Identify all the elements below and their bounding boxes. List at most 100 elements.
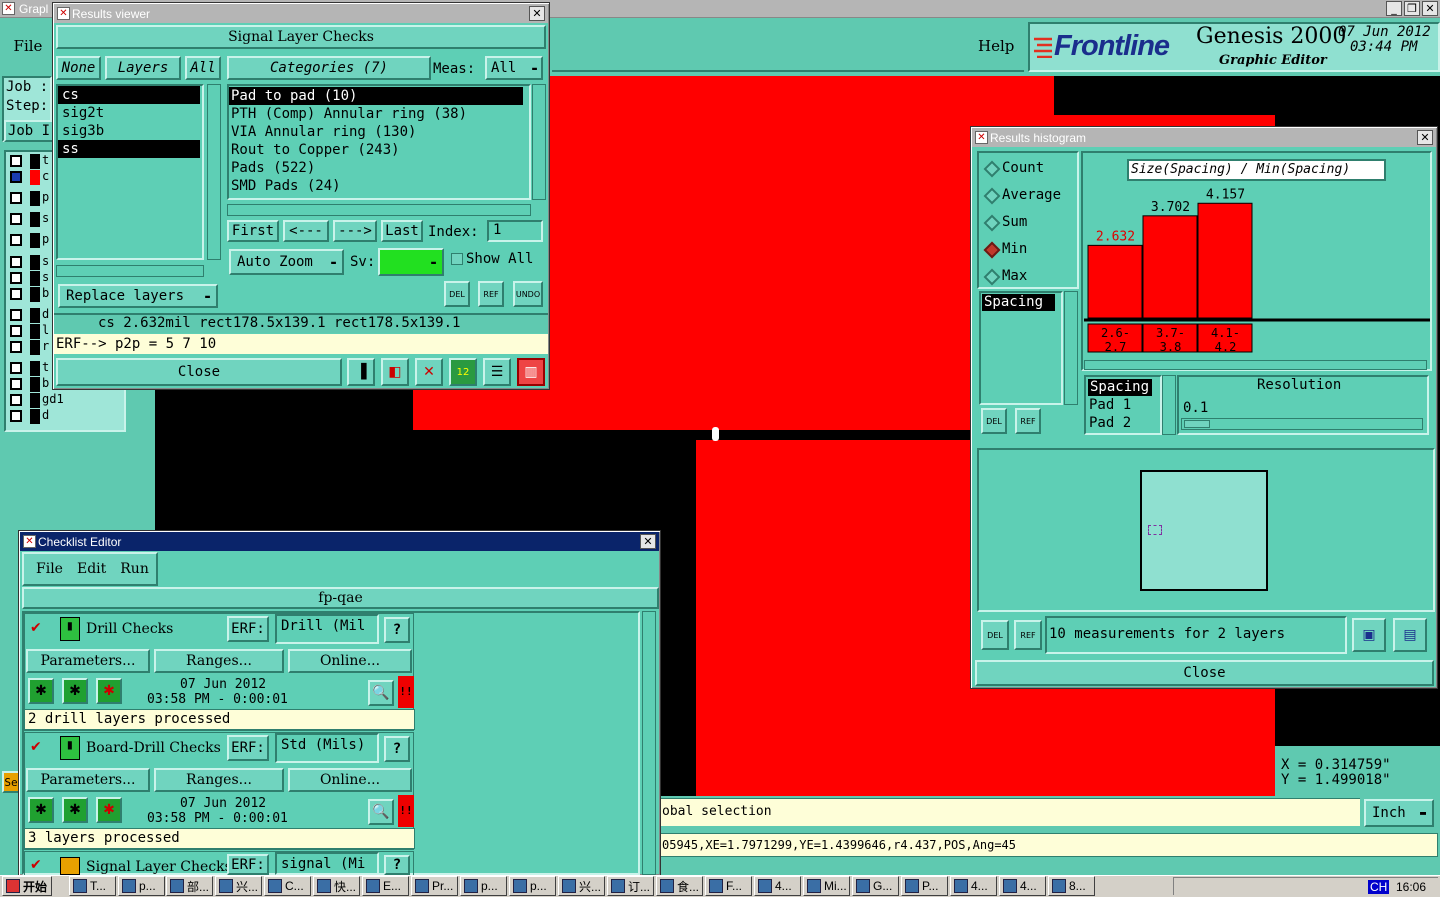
none-button[interactable]: None: [56, 56, 101, 80]
taskbar-item[interactable]: Mi...: [803, 876, 850, 896]
numbers-icon[interactable]: 12: [449, 358, 477, 386]
layer-checkbox[interactable]: [10, 171, 22, 183]
all-button[interactable]: All: [185, 56, 221, 80]
maximize-icon[interactable]: ❐: [1404, 1, 1420, 16]
check-drill-ranges-button[interactable]: Ranges...: [154, 649, 284, 673]
undo-icon[interactable]: UNDO: [513, 281, 543, 307]
categories-button[interactable]: Categories (7): [227, 56, 431, 80]
tray-ime[interactable]: CH: [1368, 880, 1390, 894]
layer-checkbox[interactable]: [10, 410, 22, 422]
taskbar-item[interactable]: 兴...: [215, 876, 262, 896]
hist-import-icon[interactable]: ▤: [1393, 618, 1427, 652]
layer-row[interactable]: d: [8, 408, 122, 424]
del-icon[interactable]: DEL: [444, 281, 470, 307]
layer-list-item[interactable]: sig2t: [58, 104, 200, 122]
results-close-button[interactable]: Close: [56, 358, 342, 386]
job-button[interactable]: Job I: [4, 120, 54, 142]
layer-checkbox[interactable]: [10, 394, 22, 406]
record-icon[interactable]: ◧: [381, 358, 409, 386]
index-input[interactable]: 1: [487, 220, 543, 242]
layer-checkbox[interactable]: [10, 234, 22, 246]
layers-button[interactable]: Layers: [105, 56, 181, 80]
layer-checkbox[interactable]: [10, 192, 22, 204]
taskbar-item[interactable]: 兴...: [558, 876, 605, 896]
category-list-item[interactable]: PTH (Comp) Annular ring (38): [229, 105, 523, 123]
category-list-item[interactable]: Pads (522): [229, 159, 523, 177]
layers-vscroll[interactable]: [207, 84, 221, 260]
first-button[interactable]: First: [227, 220, 279, 242]
check-board-drill-params-button[interactable]: Parameters...: [26, 768, 150, 792]
category-list-item[interactable]: Pad to pad (10): [229, 87, 523, 105]
file-menu[interactable]: File: [6, 26, 50, 66]
histogram-bar[interactable]: [1087, 244, 1143, 319]
layer-checkbox[interactable]: [10, 213, 22, 225]
layer-checkbox[interactable]: [10, 272, 22, 284]
layer-list-item[interactable]: ss: [58, 140, 200, 158]
layer-list-item[interactable]: sig3b: [58, 122, 200, 140]
taskbar-item[interactable]: T...: [69, 876, 116, 896]
check-drill-help-icon[interactable]: ?: [384, 617, 410, 643]
taskbar-item[interactable]: 部...: [166, 876, 213, 896]
layer-checkbox[interactable]: [10, 309, 22, 321]
taskbar-item[interactable]: 4...: [999, 876, 1046, 896]
check-board-drill-checkbox[interactable]: ✔: [30, 739, 42, 755]
close-icon[interactable]: ✕: [640, 534, 656, 549]
category-list-item[interactable]: SMD Pads (24): [229, 177, 523, 195]
histogram-close-button[interactable]: Close: [975, 660, 1434, 686]
run-all-icon[interactable]: ✱: [62, 678, 88, 704]
layer-checkbox[interactable]: [10, 155, 22, 167]
run-stop-icon[interactable]: ✱: [96, 678, 122, 704]
layer-checkbox[interactable]: [10, 325, 22, 337]
category-list-item[interactable]: VIA Annular ring (130): [229, 123, 523, 141]
taskbar-item[interactable]: F...: [705, 876, 752, 896]
taskbar-item[interactable]: G...: [852, 876, 899, 896]
check-drill-checkbox[interactable]: ✔: [30, 620, 42, 636]
chart-bar-icon[interactable]: ▐: [347, 358, 375, 386]
layer-row[interactable]: gd1: [8, 392, 122, 408]
histogram-list-vscroll[interactable]: [1064, 291, 1078, 405]
taskbar-item[interactable]: 食...: [656, 876, 703, 896]
next-button[interactable]: --->: [333, 220, 377, 242]
histogram-list-item[interactable]: Spacing: [982, 294, 1055, 311]
meas-dropdown[interactable]: All ▬: [485, 56, 543, 80]
resolution-slider[interactable]: [1181, 418, 1423, 430]
checklist-edit-menu[interactable]: Edit: [77, 561, 106, 577]
check-board-drill-ranges-button[interactable]: Ranges...: [154, 768, 284, 792]
categories-hscroll[interactable]: [227, 204, 531, 216]
help-menu[interactable]: Help: [978, 37, 1014, 55]
start-button[interactable]: 开始: [2, 876, 52, 896]
taskbar-item[interactable]: C...: [264, 876, 311, 896]
layers-hscroll[interactable]: [56, 265, 204, 277]
run-stop-icon[interactable]: ✱: [96, 797, 122, 823]
hist-del-icon[interactable]: DEL: [981, 408, 1007, 434]
histogram-bar[interactable]: [1197, 202, 1253, 319]
taskbar-item[interactable]: 订...: [607, 876, 654, 896]
layer-checkbox[interactable]: [10, 362, 22, 374]
sv-color-dropdown[interactable]: ▬: [378, 248, 444, 276]
histogram-icon[interactable]: ▥: [517, 358, 545, 386]
prev-button[interactable]: <---: [283, 220, 329, 242]
units-dropdown[interactable]: Inch ▬: [1364, 799, 1434, 827]
checklist-file-menu[interactable]: File: [36, 561, 63, 577]
hist-export-icon[interactable]: ▣: [1352, 618, 1386, 652]
run-all-icon[interactable]: ✱: [62, 797, 88, 823]
taskbar-item[interactable]: p...: [118, 876, 165, 896]
checklist-vscroll[interactable]: [642, 611, 656, 875]
close-icon[interactable]: ✕: [1417, 130, 1433, 145]
hist-del-bottom-icon[interactable]: DEL: [981, 620, 1009, 650]
taskbar-item[interactable]: p...: [460, 876, 507, 896]
taskbar-item[interactable]: p...: [509, 876, 556, 896]
notes-icon[interactable]: ☰: [483, 358, 511, 386]
layer-checkbox[interactable]: [10, 341, 22, 353]
taskbar-item[interactable]: Pr...: [411, 876, 458, 896]
check-drill-params-button[interactable]: Parameters...: [26, 649, 150, 673]
check-drill-erf-value[interactable]: Drill (Mil: [275, 614, 379, 644]
layer-checkbox[interactable]: [10, 288, 22, 300]
taskbar-item[interactable]: 8...: [1048, 876, 1095, 896]
hist-ref-bottom-icon[interactable]: REF: [1014, 620, 1042, 650]
detail-item-pad2[interactable]: Pad 2: [1089, 415, 1131, 431]
check-drill-online-button[interactable]: Online...: [288, 649, 412, 673]
ref-icon[interactable]: REF: [478, 281, 504, 307]
check-board-drill-erf-value[interactable]: Std (Mils): [275, 733, 379, 763]
auto-zoom-dropdown[interactable]: Auto Zoom ▬: [229, 249, 344, 275]
